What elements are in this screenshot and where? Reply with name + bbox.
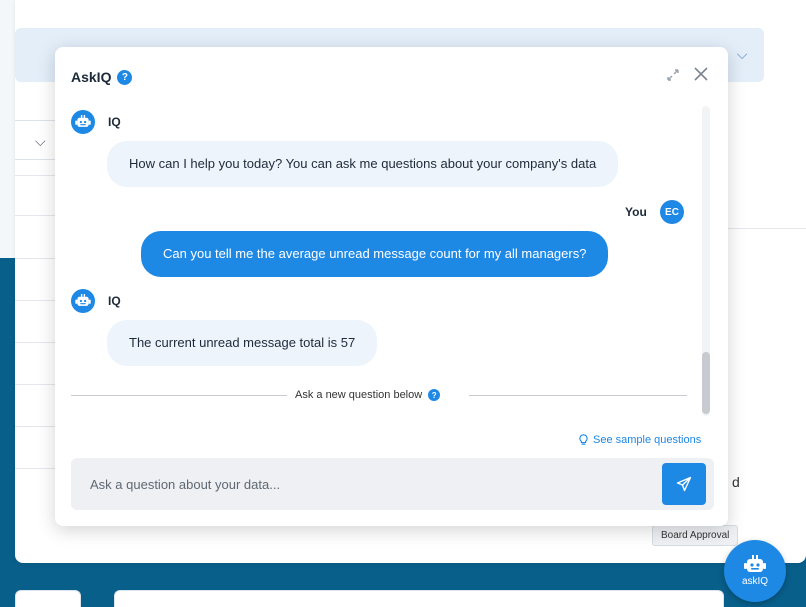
avatar: EC <box>660 200 684 224</box>
background-card <box>114 590 724 607</box>
chat-history[interactable]: IQ How can I help you today? You can ask… <box>55 102 715 422</box>
dialog-title: AskIQ ? <box>71 69 133 85</box>
background-row-divider <box>15 258 60 259</box>
askiq-launcher-button[interactable]: askIQ <box>724 540 786 602</box>
robot-icon <box>75 115 91 127</box>
bot-avatar <box>71 289 95 313</box>
bot-message: The current unread message total is 57 <box>107 320 378 366</box>
new-question-divider: Ask a new question below ? <box>295 389 441 401</box>
question-input-box <box>71 458 714 510</box>
help-icon[interactable]: ? <box>428 389 441 401</box>
lightbulb-icon <box>579 434 588 445</box>
close-icon[interactable] <box>693 66 709 82</box>
send-icon <box>676 476 692 492</box>
question-input[interactable] <box>71 458 651 510</box>
chevron-down-icon[interactable]: ⌵ <box>734 46 750 62</box>
background-cell-text: d <box>732 474 740 490</box>
askiq-dialog: AskIQ ? IQ How can I help you today? You… <box>55 47 728 526</box>
scrollbar-thumb[interactable] <box>702 352 710 414</box>
background-row-divider <box>15 175 60 176</box>
send-button[interactable] <box>662 463 706 505</box>
background-row-divider <box>15 215 60 216</box>
see-sample-questions-link[interactable]: See sample questions <box>578 434 701 446</box>
background-card <box>15 590 81 607</box>
background-row-divider <box>15 384 60 385</box>
expand-icon[interactable] <box>665 67 681 83</box>
dialog-title-text: AskIQ <box>71 69 112 85</box>
background-row-divider <box>15 300 60 301</box>
background-row-divider <box>728 228 806 229</box>
robot-icon <box>75 294 91 306</box>
chevron-down-icon: ⌵ <box>35 133 46 149</box>
sender-name: You <box>625 205 647 219</box>
robot-icon <box>744 555 766 572</box>
background-row-divider <box>15 426 60 427</box>
divider-label: Ask a new question below <box>295 389 423 401</box>
askiq-launcher-label: askIQ <box>741 576 769 587</box>
divider <box>469 395 687 396</box>
sender-name: IQ <box>108 115 121 129</box>
bot-message: How can I help you today? You can ask me… <box>107 141 619 187</box>
background-row-divider <box>15 468 60 469</box>
sender-name: IQ <box>108 294 121 308</box>
user-message: Can you tell me the average unread messa… <box>141 231 609 277</box>
bot-avatar <box>71 110 95 134</box>
divider <box>71 395 287 396</box>
help-icon[interactable]: ? <box>117 69 133 85</box>
tooltip: Board Approval <box>652 525 739 546</box>
see-sample-questions-label: See sample questions <box>593 434 702 446</box>
background-row-divider <box>15 342 60 343</box>
